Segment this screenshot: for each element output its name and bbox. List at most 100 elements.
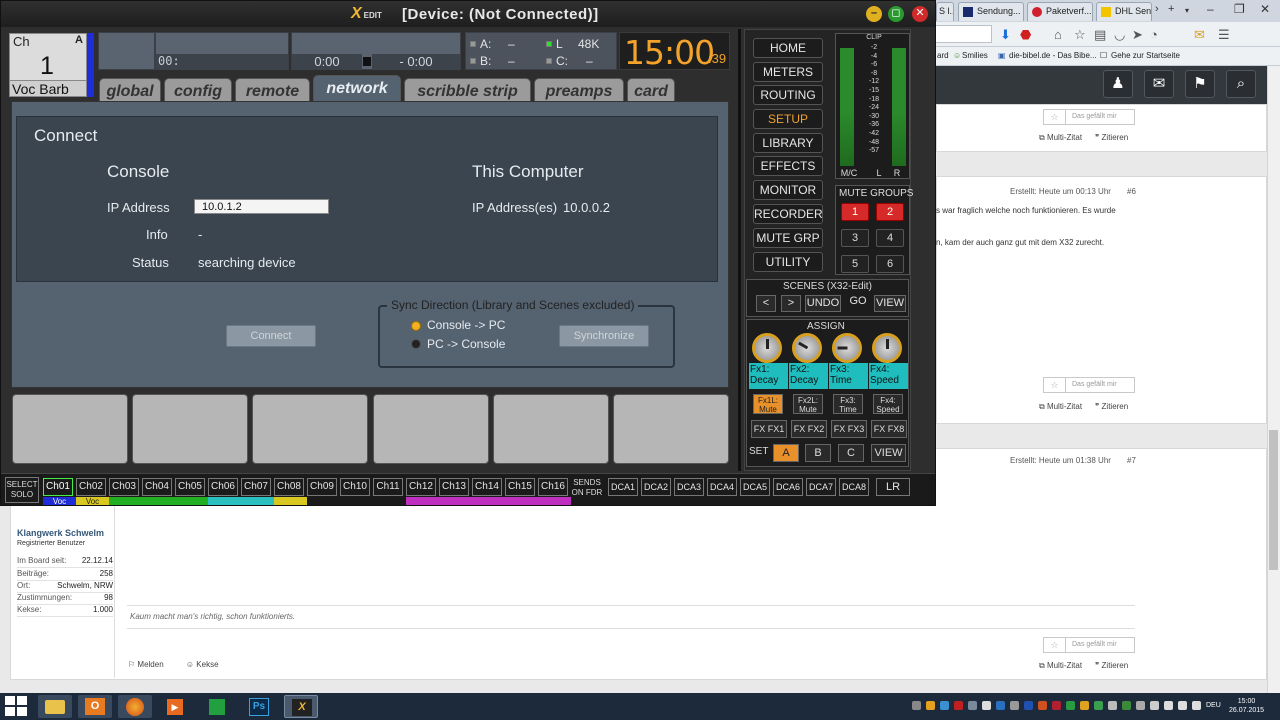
channel-select-button[interactable]: Ch11 [373, 478, 403, 496]
like-button[interactable]: ☆ Das gefällt mir [1043, 637, 1135, 653]
tab-list-icon[interactable]: ▾ [1185, 6, 1189, 15]
pocket-icon[interactable]: ◡ [1114, 27, 1125, 43]
media-player-taskbar-icon[interactable]: ▶ [158, 695, 192, 718]
tray-icon[interactable] [996, 701, 1005, 710]
browser-tab[interactable]: S l... [936, 2, 954, 21]
browser-tab[interactable]: Paketverf... [1027, 2, 1093, 21]
maximize-icon[interactable]: ◻ [888, 6, 904, 22]
tab-scribble-strip[interactable]: scribble strip [404, 78, 531, 103]
channel-select-button[interactable]: Ch07 [241, 478, 271, 496]
notification-icon[interactable]: ✉ [1194, 27, 1205, 43]
assign-fx2-mute-button[interactable]: Fx2L: Mute [793, 394, 823, 414]
scene-view-button[interactable]: VIEW [874, 295, 906, 312]
tab-card[interactable]: card [627, 78, 675, 103]
minimize-icon[interactable]: – [1207, 2, 1214, 16]
channel-select-button[interactable]: Ch14 [472, 478, 502, 496]
firefox-taskbar-icon[interactable] [118, 695, 152, 718]
nav-effects-button[interactable]: EFFECTS [753, 156, 823, 176]
search-icon[interactable]: ⌕ [1226, 70, 1256, 98]
tray-icon[interactable] [1108, 701, 1117, 710]
channel-select-button[interactable]: Ch15 [505, 478, 535, 496]
mute-group-6-button[interactable]: 6 [876, 255, 904, 273]
flag-icon[interactable]: ⚑ [1185, 70, 1215, 98]
assign-knob-3[interactable] [832, 333, 862, 363]
like-button[interactable]: ☆ Das gefällt mir [1043, 109, 1135, 125]
browser-tab[interactable]: DHL Sen... [1096, 2, 1152, 21]
channel-select-button[interactable]: Ch03 [109, 478, 139, 496]
report-link[interactable]: ⚐ Melden [128, 660, 174, 669]
nav-meters-button[interactable]: METERS [753, 62, 823, 82]
tray-icon[interactable] [912, 701, 921, 710]
multi-quote-link[interactable]: ⧉ Multi-Zitat [1039, 661, 1082, 671]
multi-quote-link[interactable]: ⧉ Multi-Zitat [1039, 402, 1082, 412]
scene-go-button[interactable]: GO [846, 294, 870, 311]
channel-select-button[interactable]: Ch13 [439, 478, 469, 496]
channel-select-button[interactable]: Ch04 [142, 478, 172, 496]
connect-button[interactable]: Connect [226, 325, 316, 347]
dca-select-button[interactable]: DCA4 [707, 478, 737, 496]
tray-icon[interactable] [1038, 701, 1047, 710]
tab-scroll-right-icon[interactable]: › [1155, 3, 1159, 15]
browser-tab[interactable]: Sendung... [958, 2, 1024, 21]
bookmark-item[interactable]: ard [937, 51, 949, 60]
mute-group-2-button[interactable]: 2 [876, 203, 904, 221]
nav-home-button[interactable]: HOME [753, 38, 823, 58]
nav-utility-button[interactable]: UTILITY [753, 252, 823, 272]
tab-network[interactable]: network [313, 75, 401, 103]
tab-remote[interactable]: remote [235, 78, 310, 103]
select-solo-button[interactable]: SELECT SOLO [5, 477, 39, 503]
nav-mute-grp-button[interactable]: MUTE GRP [753, 228, 823, 248]
tray-icon[interactable] [940, 701, 949, 710]
chat-icon[interactable]: ◔ [1150, 27, 1158, 42]
set-a-button[interactable]: A [773, 444, 799, 462]
maximize-icon[interactable]: ❐ [1234, 2, 1245, 16]
channel-select-button[interactable]: Ch10 [340, 478, 370, 496]
dca-select-button[interactable]: DCA7 [806, 478, 836, 496]
assign-knob-2[interactable] [792, 333, 822, 363]
quote-link[interactable]: ❞ Zitieren [1095, 402, 1128, 411]
clipboard-icon[interactable]: ▤ [1094, 27, 1106, 43]
lr-button[interactable]: LR [876, 478, 910, 496]
download-icon[interactable]: ⬇ [1000, 27, 1011, 43]
cookies-link[interactable]: ☺ Kekse [186, 660, 229, 669]
channel-select-button[interactable]: Ch02 [76, 478, 106, 496]
window-titlebar[interactable]: X EDIT [Device: (Not Connected)] – ◻ ✕ [1, 1, 935, 27]
keyboard-language[interactable]: DEU [1206, 702, 1221, 709]
channel-select-button[interactable]: Ch08 [274, 478, 304, 496]
quote-link[interactable]: ❞ Zitieren [1095, 133, 1128, 142]
store-taskbar-icon[interactable] [200, 695, 234, 718]
tray-icon[interactable] [1136, 701, 1145, 710]
tab-preamps[interactable]: preamps [534, 78, 624, 103]
tray-icon[interactable] [954, 701, 963, 710]
channel-select-button[interactable]: Ch06 [208, 478, 238, 496]
volume-tray-icon[interactable] [1192, 701, 1201, 710]
mute-group-3-button[interactable]: 3 [841, 229, 869, 247]
x32edit-taskbar-icon[interactable]: X [284, 695, 318, 718]
set-view-button[interactable]: VIEW [871, 444, 906, 462]
radio-pc-to-console[interactable] [411, 339, 421, 349]
dca-select-button[interactable]: DCA2 [641, 478, 671, 496]
mail-icon[interactable]: ✉ [1144, 70, 1174, 98]
dca-select-button[interactable]: DCA5 [740, 478, 770, 496]
tray-icon[interactable] [1080, 701, 1089, 710]
bookmark-item[interactable]: die-bibel.de - Das Bibe... [1009, 51, 1097, 60]
nav-recorder-button[interactable]: RECORDER [753, 204, 823, 224]
fx-send-2-button[interactable]: FX FX2 [791, 420, 827, 438]
fx-send-3-button[interactable]: FX FX3 [831, 420, 867, 438]
channel-select-button[interactable]: Ch16 [538, 478, 568, 496]
nav-monitor-button[interactable]: MONITOR [753, 180, 823, 200]
battery-tray-icon[interactable] [1178, 701, 1187, 710]
multi-quote-link[interactable]: ⧉ Multi-Zitat [1039, 133, 1082, 143]
radio-console-to-pc[interactable] [411, 321, 421, 331]
channel-select-button[interactable]: Ch09 [307, 478, 337, 496]
channel-display[interactable]: Ch A 1 Voc Barb [9, 33, 87, 97]
set-b-button[interactable]: B [805, 444, 831, 462]
tray-icon[interactable] [1122, 701, 1131, 710]
flag-tray-icon[interactable] [1150, 701, 1159, 710]
page-scrollbar[interactable] [1267, 66, 1280, 693]
dca-select-button[interactable]: DCA6 [773, 478, 803, 496]
tray-icon[interactable] [1010, 701, 1019, 710]
fx-send-1-button[interactable]: FX FX1 [751, 420, 787, 438]
new-tab-icon[interactable]: + [1168, 3, 1174, 15]
dca-select-button[interactable]: DCA1 [608, 478, 638, 496]
